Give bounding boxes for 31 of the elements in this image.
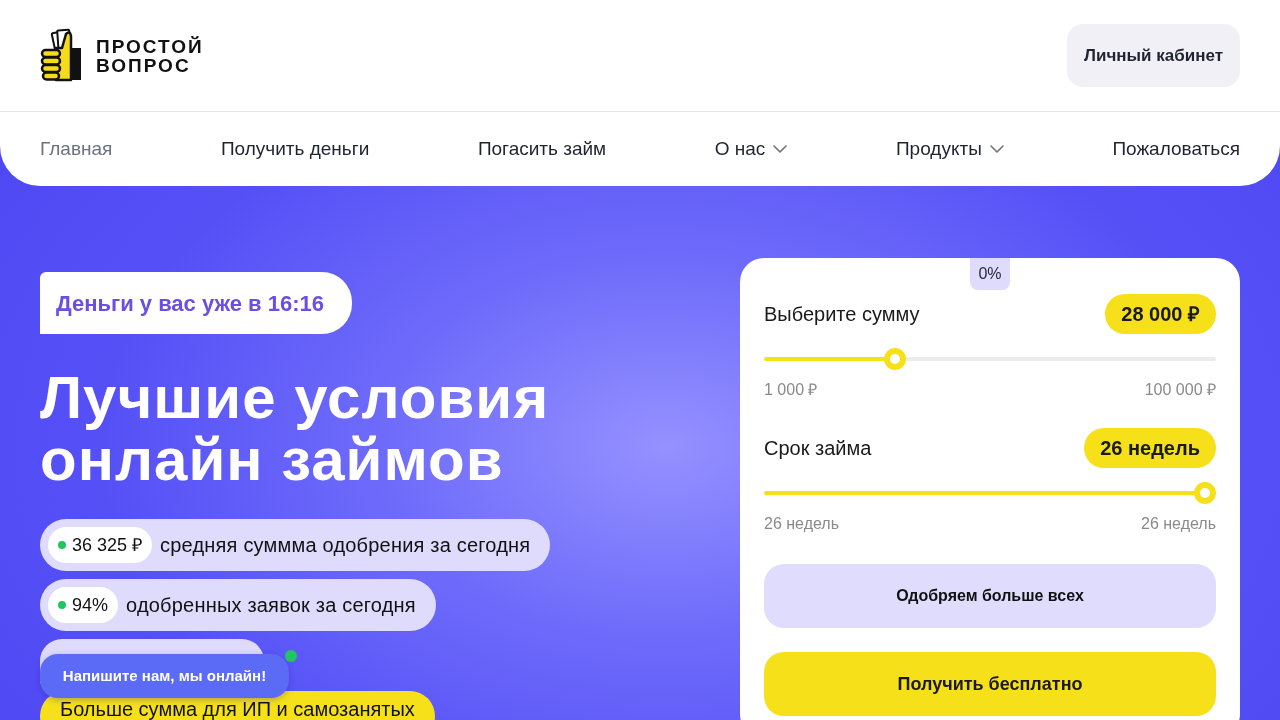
slider-max-label: 100 000 ₽ (1144, 380, 1216, 400)
nav-link[interactable]: Главная (40, 134, 113, 164)
interest-rate-label: 0% (970, 258, 1010, 290)
logo-text: ПРОСТОЙ ВОПРОС (96, 36, 204, 75)
stat-label: средняя суммма одобрения за сегодня (160, 533, 531, 558)
thumbs-up-logo-icon (40, 27, 82, 84)
stat-label: одобренных заявок за сегодня (126, 593, 416, 618)
get-money-button[interactable]: Получить бесплатно (764, 652, 1216, 716)
slider-track[interactable] (764, 482, 1216, 504)
nav-link[interactable]: О нас (714, 134, 788, 164)
chat-button[interactable]: Напишите нам, мы онлайн! (40, 654, 289, 698)
slider-thumb[interactable] (1194, 482, 1216, 504)
slider-min-label: 26 недель (764, 514, 839, 534)
slider-track[interactable] (764, 348, 1216, 370)
nav-link[interactable]: Погасить займ (477, 134, 607, 164)
nav-link[interactable]: Пожаловаться (1112, 134, 1240, 164)
delivery-time-badge: Деньги у вас уже в 16:16 (40, 272, 353, 334)
slider-label: Выберите сумму (764, 302, 920, 327)
account-button[interactable]: Личный кабинет (1067, 24, 1240, 87)
slider-value: 28 000 ₽ (1105, 294, 1216, 334)
nav-link[interactable]: Продукты (895, 134, 1004, 164)
slider-max-label: 26 недель (1141, 514, 1216, 534)
slider-value: 26 недель (1084, 428, 1216, 468)
slider-label: Срок займа (764, 436, 872, 461)
nav-link[interactable]: Получить деньги (220, 134, 370, 164)
stat-value: 94% (48, 587, 119, 623)
stat-value: 36 325 ₽ (48, 527, 153, 563)
slider-thumb[interactable] (884, 348, 907, 370)
slider-min-label: 1 000 ₽ (764, 380, 818, 400)
approval-button[interactable]: Одобряем больше всех (764, 564, 1216, 628)
hero-title: Лучшие условия онлайн займов (40, 367, 551, 491)
